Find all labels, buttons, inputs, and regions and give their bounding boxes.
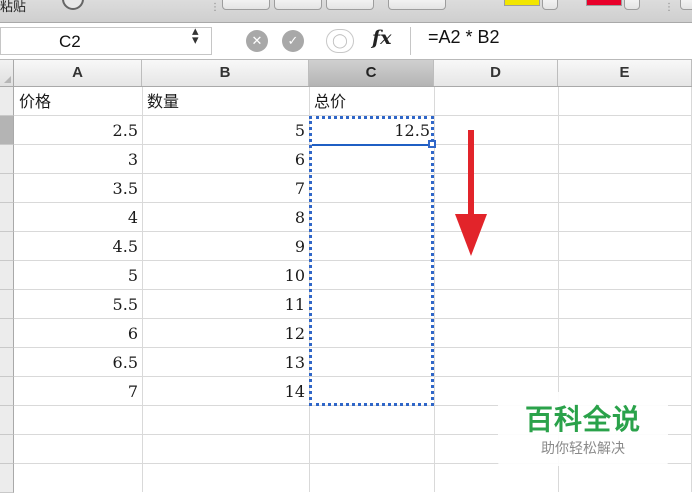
- row-header[interactable]: [0, 232, 14, 261]
- row-header[interactable]: [0, 406, 14, 435]
- cell-a10[interactable]: 6.5: [14, 348, 142, 377]
- watermark-title: 百科全说: [524, 403, 641, 436]
- cell-b7[interactable]: 10: [142, 261, 309, 290]
- cancel-icon[interactable]: ✕: [246, 30, 268, 52]
- row-header[interactable]: [0, 435, 14, 464]
- cell-a2[interactable]: 2.5: [14, 116, 142, 145]
- row-header[interactable]: [0, 87, 14, 116]
- column-header-a[interactable]: A: [14, 60, 142, 86]
- formula-bar: C2 ▴ ▾ ✕ ✓ ◯ fx =A2 * B2: [0, 23, 692, 60]
- row-header[interactable]: [0, 203, 14, 232]
- column-header-d[interactable]: D: [434, 60, 558, 86]
- column-header-row: A B C D E: [0, 60, 692, 87]
- cell-b6[interactable]: 9: [142, 232, 309, 261]
- fill-handle[interactable]: [428, 140, 436, 148]
- row-header[interactable]: [0, 174, 14, 203]
- fill-color-swatch[interactable]: [504, 0, 540, 6]
- name-box[interactable]: C2: [0, 27, 212, 55]
- cell-c1[interactable]: 总价: [309, 87, 434, 116]
- cell-reference[interactable]: C2: [59, 32, 81, 52]
- cell-b3[interactable]: 6: [142, 145, 309, 174]
- row-header[interactable]: [0, 145, 14, 174]
- font-color-dropdown[interactable]: [624, 0, 640, 10]
- down-arrow-icon: [455, 130, 487, 256]
- cell-a8[interactable]: 5.5: [14, 290, 142, 319]
- toolbar-button-2[interactable]: [274, 0, 322, 10]
- column-header-e[interactable]: E: [558, 60, 692, 86]
- toolbar: 粘贴 ⋮ ⋮: [0, 0, 692, 23]
- toolbar-separator: ⋮: [210, 2, 220, 13]
- toolbar-button-5[interactable]: [680, 0, 692, 10]
- cell-a11[interactable]: 7: [14, 377, 142, 406]
- watermark: 百科全说 助你轻松解决: [498, 392, 668, 466]
- watermark-subtitle: 助你轻松解决: [541, 441, 625, 457]
- toolbar-separator: ⋮: [664, 2, 674, 13]
- row-header[interactable]: [0, 377, 14, 406]
- name-box-stepper-icon[interactable]: ▴ ▾: [192, 25, 199, 47]
- cell-b2[interactable]: 5: [142, 116, 309, 145]
- cell-a7[interactable]: 5: [14, 261, 142, 290]
- row-header[interactable]: [0, 116, 14, 145]
- format-brush-icon[interactable]: [62, 0, 84, 10]
- row-header[interactable]: [0, 464, 14, 493]
- cell-b4[interactable]: 7: [142, 174, 309, 203]
- cell-a9[interactable]: 6: [14, 319, 142, 348]
- cell-b1[interactable]: 数量: [142, 87, 309, 116]
- cell-b9[interactable]: 12: [142, 319, 309, 348]
- cell-a4[interactable]: 3.5: [14, 174, 142, 203]
- active-cell-indicator: [312, 144, 432, 146]
- toolbar-button-1[interactable]: [222, 0, 270, 10]
- fill-color-dropdown[interactable]: [542, 0, 558, 10]
- cell-b5[interactable]: 8: [142, 203, 309, 232]
- formula-input[interactable]: =A2 * B2: [428, 27, 500, 48]
- row-header[interactable]: [0, 319, 14, 348]
- paste-label[interactable]: 粘贴: [0, 0, 26, 15]
- selected-range-c2-c11[interactable]: [309, 116, 434, 406]
- font-color-swatch[interactable]: [586, 0, 622, 6]
- column-header-c[interactable]: C: [309, 60, 434, 86]
- cell-b10[interactable]: 13: [142, 348, 309, 377]
- column-header-b[interactable]: B: [142, 60, 309, 86]
- toolbar-button-4[interactable]: [388, 0, 446, 10]
- row-header[interactable]: [0, 261, 14, 290]
- cell-a6[interactable]: 4.5: [14, 232, 142, 261]
- formula-divider: [410, 27, 411, 55]
- cell-a5[interactable]: 4: [14, 203, 142, 232]
- toolbar-button-3[interactable]: [326, 0, 374, 10]
- cell-a1[interactable]: 价格: [14, 87, 142, 116]
- cell-b11[interactable]: 14: [142, 377, 309, 406]
- function-toggle-icon[interactable]: ◯: [326, 29, 354, 53]
- row-header[interactable]: [0, 290, 14, 319]
- insert-function-icon[interactable]: fx: [372, 27, 392, 49]
- select-all-corner[interactable]: [0, 60, 14, 86]
- cell-a3[interactable]: 3: [14, 145, 142, 174]
- confirm-check-icon[interactable]: ✓: [282, 30, 304, 52]
- row-header[interactable]: [0, 348, 14, 377]
- cell-b8[interactable]: 11: [142, 290, 309, 319]
